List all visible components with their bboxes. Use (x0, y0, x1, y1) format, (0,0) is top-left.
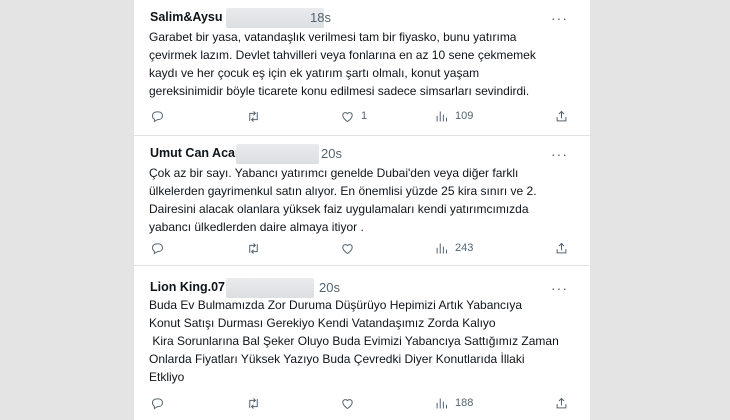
redacted-handle (236, 144, 319, 164)
author-name[interactable]: Lion King.07 (150, 280, 225, 294)
tweet-text-line: Kira Sorunlarına Bal Şeker Oluyo Buda Ev… (149, 334, 559, 348)
timestamp[interactable]: 18s (310, 10, 331, 25)
reply-tweet[interactable]: Lion King.07 20s ··· Buda Ev Bulmamızda … (134, 266, 590, 420)
reply-icon (151, 242, 164, 254)
reply-button[interactable] (150, 106, 171, 126)
share-icon (556, 397, 567, 408)
like-button[interactable] (340, 393, 361, 413)
retweet-icon (249, 397, 258, 409)
share-button[interactable] (554, 106, 569, 126)
reply-button[interactable] (150, 238, 171, 258)
retweet-button[interactable] (246, 106, 267, 126)
views-count: 188 (455, 397, 474, 409)
tweet-text-line: çevirmek lazım. Devlet tahvilleri veya f… (149, 48, 536, 62)
heart-icon (342, 111, 353, 122)
reply-tweet[interactable]: Salim&Aysu 18s ··· Garabet bir yasa, vat… (134, 0, 590, 135)
tweet-text-line: Buda Ev Bulmamızda Zor Duruma Düşürüyo H… (149, 298, 523, 312)
tweet-text-line: gereksinimidir böyle ticarete konu edilm… (149, 84, 530, 98)
tweet-text-line: Dairesini alacak olanlara yüksek faiz uy… (149, 202, 529, 216)
more-icon[interactable]: ··· (551, 10, 568, 26)
tweet-text-line: Konut Satışı Durması Gerekiyo Kendi Vata… (149, 316, 496, 330)
tweet-text-line: Etkliyo (149, 370, 185, 384)
share-icon (556, 242, 567, 253)
tweet-text: Garabet bir yasa, vatandaşlık verilmesi … (149, 28, 579, 100)
tweet-text-line: ülkelerden gayrimenkul satın alıyor. En … (149, 184, 537, 198)
views-button[interactable]: 109 (434, 106, 473, 126)
views-button[interactable]: 243 (434, 238, 473, 258)
retweet-icon (249, 242, 258, 254)
tweet-text-line: yabancı ülkedlerden daire almaya itiyor … (149, 220, 364, 234)
action-bar: 188 (134, 393, 590, 413)
author-name[interactable]: Umut Can Acar (150, 146, 240, 160)
action-bar: 243 (134, 238, 590, 258)
views-icon (436, 111, 447, 121)
retweet-icon (249, 110, 258, 122)
more-icon[interactable]: ··· (551, 280, 568, 296)
retweet-button[interactable] (246, 393, 267, 413)
tweet-text-line: Garabet bir yasa, vatandaşlık verilmesi … (149, 30, 517, 44)
views-icon (436, 398, 447, 408)
views-count: 109 (455, 110, 474, 122)
heart-icon (342, 398, 353, 409)
views-button[interactable]: 188 (434, 393, 473, 413)
like-count: 1 (361, 110, 368, 122)
action-bar: 1 109 (134, 106, 590, 126)
reply-tweet[interactable]: Umut Can Acar 20s ··· Çok az bir sayı. Y… (134, 136, 590, 264)
like-button[interactable] (340, 238, 361, 258)
reply-icon (151, 110, 164, 122)
replies-panel: Salim&Aysu 18s ··· Garabet bir yasa, vat… (134, 0, 590, 420)
views-icon (436, 243, 447, 253)
tweet-text: Çok az bir sayı. Yabancı yatırımcı genel… (149, 164, 579, 236)
retweet-button[interactable] (246, 238, 267, 258)
tweet-text-line: Çok az bir sayı. Yabancı yatırımcı genel… (149, 166, 519, 180)
reply-button[interactable] (150, 393, 171, 413)
timestamp[interactable]: 20s (319, 280, 340, 295)
author-name[interactable]: Salim&Aysu (150, 10, 222, 24)
tweet-text-line: kaydı ve her çocuk eş için ek yatırım şa… (149, 66, 480, 80)
heart-icon (342, 243, 353, 254)
share-button[interactable] (554, 238, 569, 258)
timestamp[interactable]: 20s (321, 146, 342, 161)
views-count: 243 (455, 242, 474, 254)
share-icon (556, 110, 567, 121)
reply-icon (151, 397, 164, 409)
more-icon[interactable]: ··· (551, 146, 568, 162)
share-button[interactable] (554, 393, 569, 413)
tweet-text: Buda Ev Bulmamızda Zor Duruma Düşürüyo H… (149, 296, 579, 386)
tweet-text-line: Onlarda Fiyatları Yüksek Yazıyo Buda Çev… (149, 352, 525, 366)
redacted-handle (226, 278, 314, 298)
like-button[interactable]: 1 (340, 106, 367, 126)
